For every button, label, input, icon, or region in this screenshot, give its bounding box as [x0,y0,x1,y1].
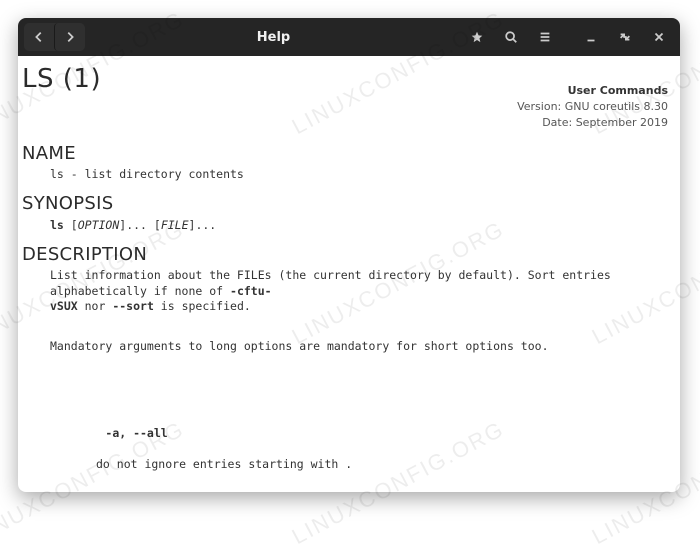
hamburger-icon [538,30,552,44]
window-title: Help [89,30,458,45]
section-heading-name: NAME [22,142,670,166]
synopsis-option: OPTION [78,218,120,232]
option-all: -a, --all do not ignore entries starting… [50,411,670,492]
minimize-button[interactable] [576,23,606,51]
page-header: LS (1) User Commands Version: GNU coreut… [20,62,670,132]
page-title: LS (1) [22,62,517,97]
help-window: Help LS (1) [18,18,680,492]
synopsis-file: FILE [161,218,189,232]
titlebar-right [462,23,674,51]
close-icon [652,30,666,44]
section-body-name: ls - list directory contents [50,167,670,183]
page-meta: User Commands Version: GNU coreutils 8.3… [517,84,670,132]
option-desc: do not ignore entries starting with . [96,457,670,473]
menu-button[interactable] [530,23,560,51]
section-heading-description: DESCRIPTION [22,243,670,267]
titlebar: Help [18,18,680,56]
maximize-button[interactable] [610,23,640,51]
back-button[interactable] [24,23,54,51]
close-button[interactable] [644,23,674,51]
star-icon [470,30,484,44]
content[interactable]: LS (1) User Commands Version: GNU coreut… [18,56,680,492]
option-flag: -a, --all [105,426,167,440]
nav-group [24,23,85,51]
section-body-description: List information about the FILEs (the cu… [50,268,670,492]
date: Date: September 2019 [517,116,668,131]
arrow-left-icon [32,30,46,44]
synopsis-cmd: ls [50,218,64,232]
search-icon [504,30,518,44]
version: Version: GNU coreutils 8.30 [517,100,668,115]
minimize-icon [584,30,598,44]
desc-mandatory: Mandatory arguments to long options are … [50,339,670,355]
section-body-synopsis: ls [OPTION]... [FILE]... [50,218,670,234]
forward-button[interactable] [54,23,85,51]
category: User Commands [517,84,668,99]
maximize-icon [618,30,632,44]
section-heading-synopsis: SYNOPSIS [22,192,670,216]
search-button[interactable] [496,23,526,51]
arrow-right-icon [63,30,77,44]
bookmark-button[interactable] [462,23,492,51]
